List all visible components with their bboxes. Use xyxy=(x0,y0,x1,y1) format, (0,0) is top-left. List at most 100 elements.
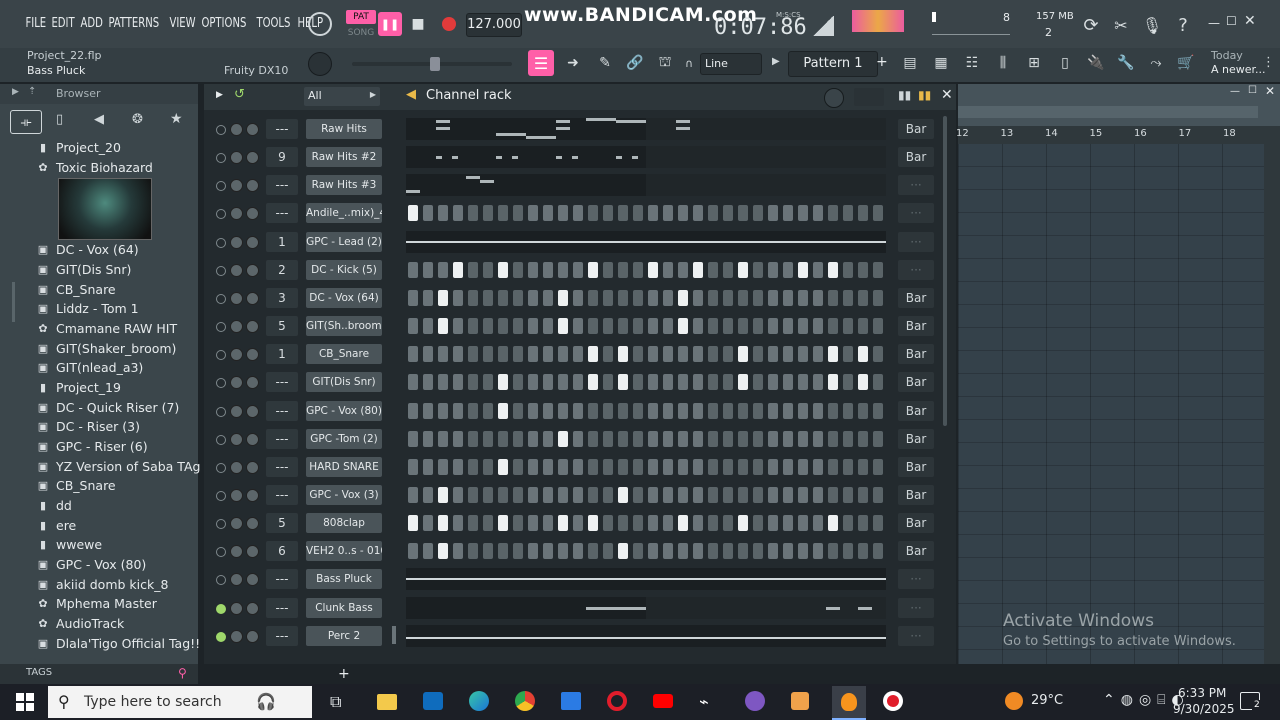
step-button[interactable] xyxy=(858,205,868,221)
step-button[interactable] xyxy=(603,487,613,503)
step-button[interactable] xyxy=(753,403,763,419)
step-button[interactable] xyxy=(528,290,538,306)
rack-graph-icon[interactable]: ▮▮ xyxy=(898,88,911,102)
step-button[interactable] xyxy=(693,374,703,390)
pan-knob[interactable] xyxy=(246,433,259,446)
step-button[interactable] xyxy=(753,431,763,447)
mixer-track-number[interactable]: 1 xyxy=(266,344,298,364)
channel-sequence[interactable] xyxy=(406,400,886,422)
pan-knob[interactable] xyxy=(246,320,259,333)
maximize-button[interactable]: ☐ xyxy=(1226,14,1237,28)
capcut-icon[interactable]: ⌁ xyxy=(699,692,709,711)
step-button[interactable] xyxy=(453,431,463,447)
step-button[interactable] xyxy=(738,290,748,306)
step-button[interactable] xyxy=(678,515,688,531)
step-button[interactable] xyxy=(873,543,883,559)
step-button[interactable] xyxy=(543,318,553,334)
bar-button[interactable]: Bar xyxy=(898,401,934,421)
step-button[interactable] xyxy=(828,431,838,447)
temperature[interactable]: 29°C xyxy=(1031,693,1063,708)
channel-sequence[interactable] xyxy=(406,146,886,168)
channel-sequence[interactable] xyxy=(406,202,886,224)
step-button[interactable] xyxy=(723,318,733,334)
close-button[interactable]: ✕ xyxy=(1244,13,1256,29)
step-button[interactable] xyxy=(783,487,793,503)
step-button[interactable] xyxy=(423,374,433,390)
step-button[interactable] xyxy=(453,290,463,306)
step-button[interactable] xyxy=(498,205,508,221)
step-button[interactable] xyxy=(513,403,523,419)
step-button[interactable] xyxy=(768,403,778,419)
step-button[interactable] xyxy=(633,515,643,531)
step-button[interactable] xyxy=(783,318,793,334)
bandicam-taskbar-icon[interactable] xyxy=(883,691,903,711)
minimize-button[interactable]: — xyxy=(1208,16,1220,30)
step-button[interactable] xyxy=(798,487,808,503)
channel-led[interactable] xyxy=(216,266,226,276)
mixer-track-number[interactable]: --- xyxy=(266,119,298,139)
mixer-track-number[interactable]: --- xyxy=(266,372,298,392)
step-button[interactable] xyxy=(618,515,628,531)
step-button[interactable] xyxy=(573,374,583,390)
menu-tools[interactable]: TOOLS xyxy=(253,12,294,36)
pan-knob[interactable] xyxy=(246,292,259,305)
volume-slider[interactable] xyxy=(930,10,1010,36)
step-button[interactable] xyxy=(498,543,508,559)
step-button[interactable] xyxy=(543,374,553,390)
channel-name-button[interactable]: GIT(Dis Snr) xyxy=(306,372,382,392)
channel-led[interactable] xyxy=(216,604,226,614)
step-button[interactable] xyxy=(453,318,463,334)
step-button[interactable] xyxy=(468,205,478,221)
step-button[interactable] xyxy=(663,318,673,334)
step-button[interactable] xyxy=(828,346,838,362)
pan-knob[interactable] xyxy=(246,151,259,164)
step-button[interactable] xyxy=(678,290,688,306)
step-button[interactable] xyxy=(873,318,883,334)
outlook-icon[interactable] xyxy=(423,692,443,710)
step-button[interactable] xyxy=(423,318,433,334)
windows-start-icon[interactable] xyxy=(16,693,34,711)
more-icon[interactable]: ⋮ xyxy=(1262,55,1275,70)
stamp-icon[interactable]: ⛫ xyxy=(652,50,678,76)
refresh-icon[interactable]: ⟳ xyxy=(1078,12,1104,38)
tab-speaker-icon[interactable]: ◀ xyxy=(94,112,104,127)
step-button[interactable] xyxy=(798,459,808,475)
bar-button[interactable]: Bar xyxy=(898,119,934,139)
mixer-track-number[interactable]: --- xyxy=(266,429,298,449)
wrench-icon[interactable]: 🔧 xyxy=(1113,50,1139,76)
step-button[interactable] xyxy=(588,318,598,334)
channel-sequence[interactable] xyxy=(406,625,886,647)
step-button[interactable] xyxy=(678,403,688,419)
browser-scrollbar[interactable] xyxy=(12,282,15,322)
channel-led[interactable] xyxy=(216,491,226,501)
step-button[interactable] xyxy=(633,487,643,503)
step-button[interactable] xyxy=(798,346,808,362)
channel-name-button[interactable]: Bass Pluck xyxy=(306,569,382,589)
step-button[interactable] xyxy=(798,515,808,531)
step-button[interactable] xyxy=(453,346,463,362)
step-button[interactable] xyxy=(543,346,553,362)
step-button[interactable] xyxy=(618,403,628,419)
step-button[interactable] xyxy=(693,543,703,559)
volume-knob[interactable] xyxy=(230,376,243,389)
step-button[interactable] xyxy=(828,487,838,503)
step-button[interactable] xyxy=(543,543,553,559)
step-button[interactable] xyxy=(648,403,658,419)
tab-files-icon[interactable]: ▯ xyxy=(56,112,63,127)
channel-name-button[interactable]: GPC - Lead (2) xyxy=(306,232,382,252)
mixer-track-number[interactable]: --- xyxy=(266,457,298,477)
channel-led[interactable] xyxy=(216,575,226,585)
step-button[interactable] xyxy=(738,262,748,278)
step-button[interactable] xyxy=(678,205,688,221)
step-button[interactable] xyxy=(648,487,658,503)
bar-button[interactable]: ··· xyxy=(898,175,934,195)
pan-knob[interactable] xyxy=(246,348,259,361)
step-button[interactable] xyxy=(858,318,868,334)
step-button[interactable] xyxy=(648,459,658,475)
step-button[interactable] xyxy=(693,318,703,334)
menu-options[interactable]: OPTIONS xyxy=(198,12,250,36)
file-explorer-icon[interactable] xyxy=(377,694,397,710)
step-button[interactable] xyxy=(588,431,598,447)
step-button[interactable] xyxy=(873,205,883,221)
step-button[interactable] xyxy=(588,403,598,419)
